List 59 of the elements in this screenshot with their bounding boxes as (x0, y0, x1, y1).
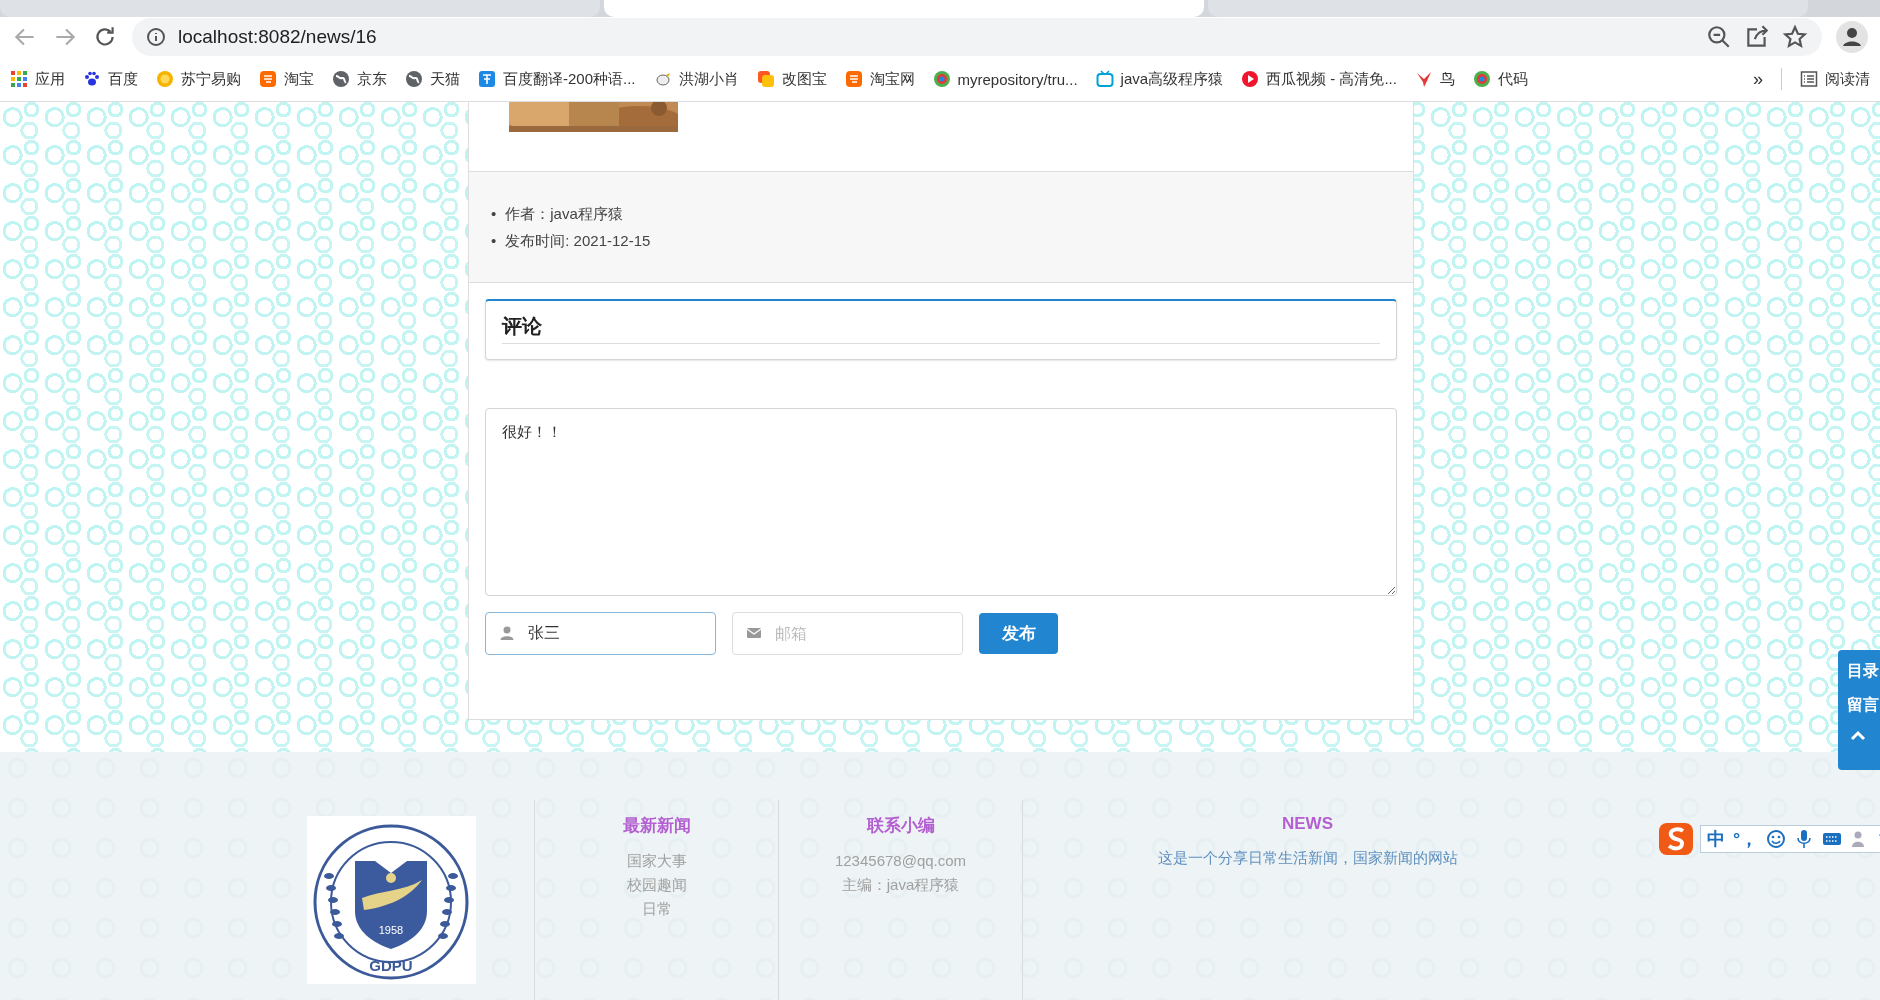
footer-heading: NEWS (1282, 814, 1333, 834)
profile-avatar-icon[interactable] (1836, 21, 1868, 53)
list-icon (1800, 70, 1818, 88)
list-bullet: • (491, 204, 497, 224)
comment-title: 评论 (502, 313, 1380, 344)
globe-icon (332, 70, 350, 88)
reading-list-button[interactable]: 阅读清 (1800, 69, 1870, 89)
side-nav-button[interactable]: 目录 (1847, 662, 1879, 680)
bookmark-link[interactable]: 天猫 (405, 69, 460, 89)
shop-icon (844, 70, 863, 88)
bookmark-link[interactable]: 淘宝网 (844, 69, 915, 89)
list-bullet: • (491, 231, 497, 251)
overlapping-squares-icon (756, 70, 775, 88)
zoom-out-icon[interactable] (1706, 24, 1732, 50)
ime-punctuation[interactable]: °， (1733, 827, 1759, 851)
address-bar[interactable]: localhost:8082/news/16 (132, 18, 1822, 56)
comment-textarea[interactable]: 很好！！ (485, 408, 1397, 596)
ime-logo-icon[interactable] (1658, 822, 1694, 856)
translate-icon (478, 70, 496, 88)
circle-icon (1472, 70, 1491, 88)
meta-text: 作者：java程序猿 (505, 204, 623, 224)
envelope-icon (746, 625, 762, 641)
smiley-icon[interactable] (1766, 829, 1787, 849)
bookmark-link[interactable]: 京东 (332, 69, 387, 89)
bookmark-link[interactable]: myrepository/tru... (932, 70, 1078, 88)
meta-text: 发布时间: 2021-12-15 (505, 231, 651, 251)
apps-grid-icon (10, 70, 28, 88)
site-description: 这是一个分享日常生活新闻，国家新闻的网站 (1157, 848, 1458, 868)
globe-icon (405, 70, 423, 88)
paw-icon (83, 70, 101, 88)
more-bookmarks-button[interactable]: » (1753, 68, 1763, 90)
star-icon[interactable] (1782, 24, 1808, 50)
bookmark-link[interactable]: 应用 (10, 69, 65, 89)
bookmark-link[interactable]: 西瓜视频 - 高清免... (1241, 69, 1397, 89)
footer-heading: 联系小编 (866, 815, 935, 837)
bookmark-link[interactable]: 百度 (83, 69, 138, 89)
bookmark-link[interactable]: 苏宁易购 (156, 69, 241, 89)
tv-icon (1095, 70, 1114, 88)
bookmark-link[interactable]: 鸟 (1414, 69, 1455, 89)
bookmark-link[interactable]: 改图宝 (756, 69, 827, 89)
shop-icon (259, 70, 277, 88)
share-icon[interactable] (1744, 24, 1770, 50)
name-field[interactable]: 张三 (485, 612, 716, 655)
info-icon[interactable] (146, 27, 166, 47)
bookmark-link[interactable]: java高级程序猿 (1095, 69, 1224, 89)
publish-button[interactable]: 发布 (979, 613, 1058, 654)
email-field[interactable]: 邮箱 (732, 612, 963, 655)
bookmark-link[interactable]: 淘宝 (259, 69, 314, 89)
footer-heading: 最新新闻 (622, 815, 691, 837)
bookmark-link[interactable]: 百度翻译-200种语... (478, 69, 636, 89)
circle-icon (932, 70, 951, 88)
chevron-up-icon[interactable] (1849, 730, 1867, 742)
play-icon (1241, 70, 1260, 88)
url-text: localhost:8082/news/16 (178, 26, 377, 48)
side-nav-button[interactable]: 留言 (1847, 696, 1879, 714)
bookmark-link[interactable]: 代码 (1472, 69, 1528, 89)
user-icon (499, 625, 515, 641)
bookmark-link[interactable]: 洪湖小肖 (653, 69, 739, 89)
ime-mode[interactable]: 中 (1707, 827, 1725, 851)
